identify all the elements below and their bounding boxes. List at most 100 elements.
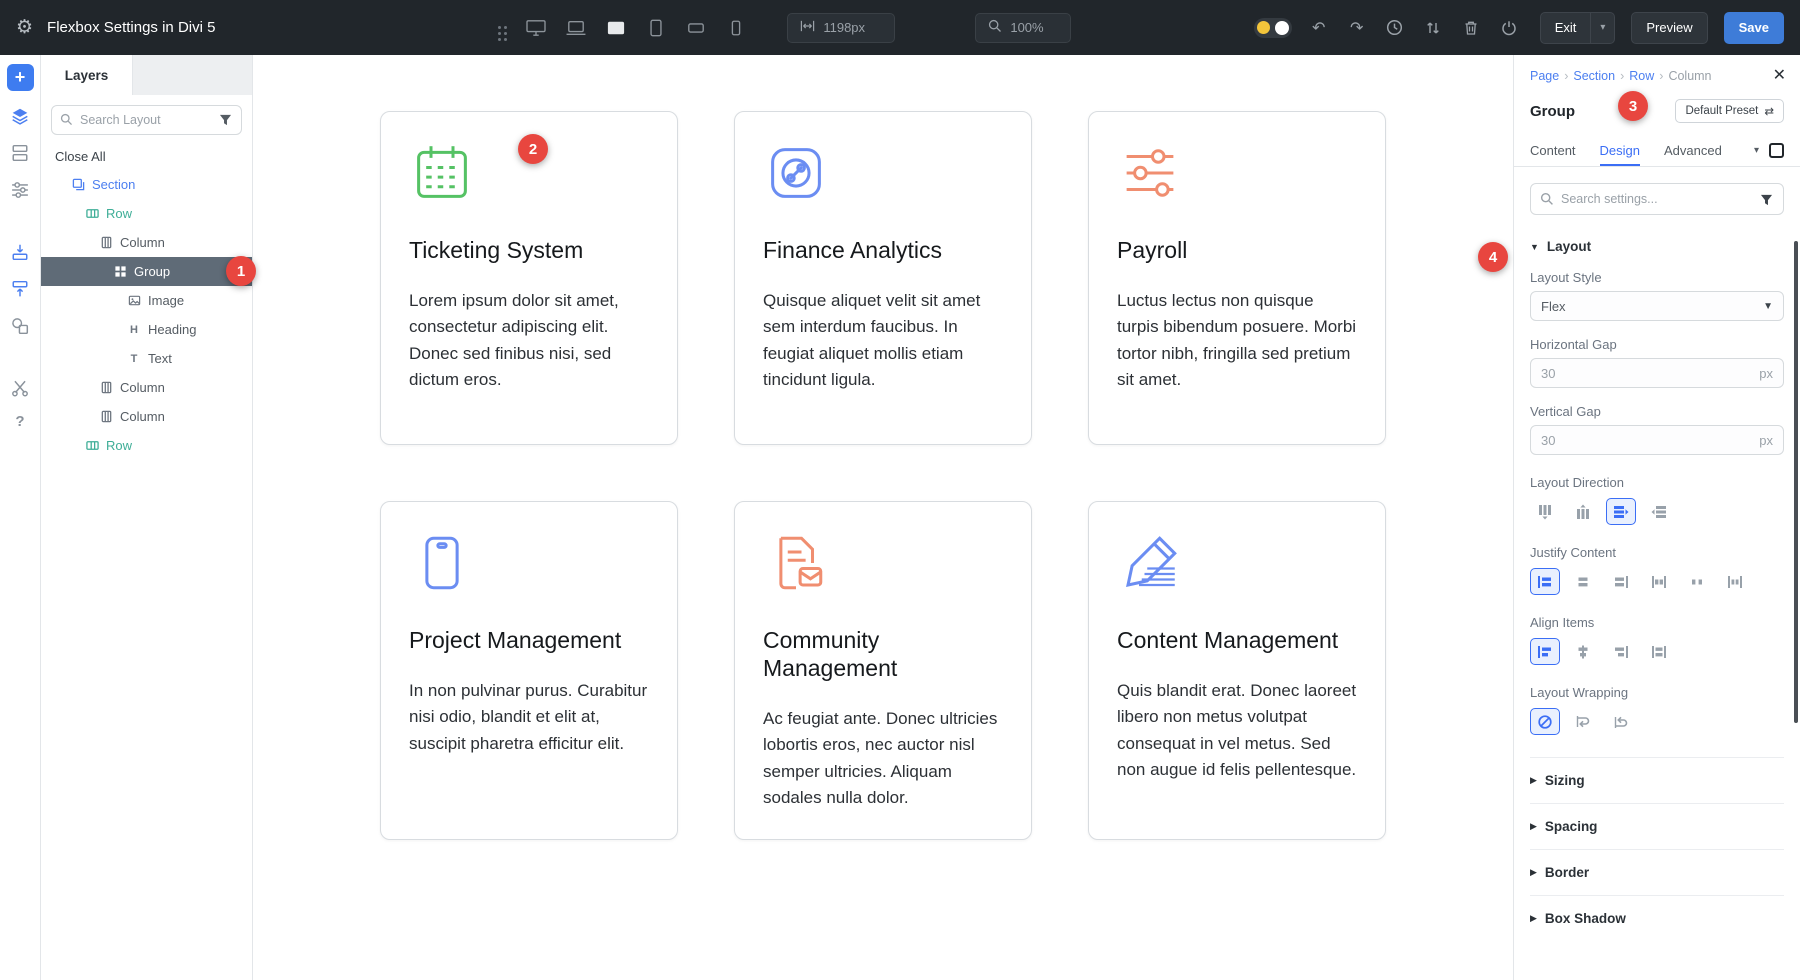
align-items-options [1530, 638, 1784, 665]
justify-between-icon[interactable] [1644, 568, 1674, 595]
device-desktop-icon[interactable] [521, 13, 551, 43]
layer-item-image[interactable]: Image [41, 286, 252, 315]
close-icon[interactable]: ✕ [1773, 68, 1786, 84]
filter-funnel-icon[interactable] [219, 113, 232, 131]
canvas-zoom-control[interactable]: 100% [975, 13, 1071, 43]
layers-search-input[interactable] [51, 105, 242, 135]
card-content-management[interactable]: Content Management Quis blandit erat. Do… [1088, 501, 1386, 840]
layers-icon[interactable] [8, 104, 32, 128]
panel-title: Group [1530, 103, 1575, 120]
sliders-icon[interactable] [8, 178, 32, 202]
breadcrumb-row[interactable]: Row [1629, 69, 1654, 83]
topbar-left: ⚙ Flexbox Settings in Divi 5 [16, 16, 316, 39]
exit-button[interactable]: Exit [1540, 12, 1592, 44]
layer-item-group[interactable]: Group 1 [41, 257, 252, 286]
portability-power-icon[interactable] [1494, 13, 1524, 43]
exit-chevron-down-icon[interactable]: ▾ [1591, 12, 1615, 44]
justify-center-icon[interactable] [1568, 568, 1598, 595]
redo-icon[interactable]: ↷ [1342, 13, 1372, 43]
section-layout-header[interactable]: ▼ Layout [1530, 239, 1784, 254]
breadcrumb-page[interactable]: Page [1530, 69, 1559, 83]
direction-column-icon[interactable] [1530, 498, 1560, 525]
tab-advanced[interactable]: Advanced [1664, 135, 1722, 166]
wrap-icon[interactable] [1568, 708, 1598, 735]
direction-row-reverse-icon[interactable] [1644, 498, 1674, 525]
undo-icon[interactable]: ↶ [1304, 13, 1334, 43]
settings-gear-icon[interactable]: ⚙ [16, 16, 33, 39]
add-module-button[interactable]: + [7, 64, 34, 91]
justify-evenly-icon[interactable] [1720, 568, 1750, 595]
direction-row-icon[interactable] [1606, 498, 1636, 525]
preset-style-box-icon[interactable] [1769, 143, 1784, 158]
device-tablet-icon[interactable] [641, 13, 671, 43]
layer-item-column[interactable]: Column [41, 402, 252, 431]
align-end-icon[interactable] [1606, 638, 1636, 665]
preview-button[interactable]: Preview [1631, 12, 1707, 44]
device-phone-icon[interactable] [721, 13, 751, 43]
canvas-width-control[interactable]: 1198px [787, 13, 895, 43]
history-icon[interactable] [1380, 13, 1410, 43]
row-icon [85, 439, 99, 453]
wrap-reverse-icon[interactable] [1606, 708, 1636, 735]
vertical-gap-input[interactable]: 30 px [1530, 425, 1784, 455]
insert-below-icon[interactable] [8, 277, 32, 301]
layer-item-row[interactable]: Row [41, 199, 252, 228]
device-tablet-landscape-icon[interactable] [601, 13, 631, 43]
no-wrap-icon[interactable] [1530, 708, 1560, 735]
breadcrumb-section[interactable]: Section [1573, 69, 1615, 83]
layout-style-select[interactable]: Flex ▼ [1530, 291, 1784, 321]
justify-end-icon[interactable] [1606, 568, 1636, 595]
device-laptop-icon[interactable] [561, 13, 591, 43]
settings-search-input[interactable] [1530, 183, 1784, 215]
theme-toggle[interactable] [1254, 18, 1292, 38]
tools-scissors-icon[interactable] [8, 376, 32, 400]
column-icon [99, 410, 113, 424]
card-project-management[interactable]: Project Management In non pulvinar purus… [380, 501, 678, 840]
help-icon[interactable]: ? [15, 413, 24, 430]
justify-around-icon[interactable] [1682, 568, 1712, 595]
card-title: Ticketing System [409, 236, 649, 264]
section-box-shadow-header[interactable]: ▶ Box Shadow [1530, 895, 1784, 941]
builder-canvas[interactable]: Ticketing System Lorem ipsum dolor sit a… [253, 55, 1513, 980]
chevron-down-icon[interactable]: ▾ [1754, 145, 1759, 156]
close-all-link[interactable]: Close All [41, 141, 252, 170]
collapsed-sections: ▶ Sizing ▶ Spacing ▶ Border ▶ Box Shadow [1530, 757, 1784, 941]
pages-icon[interactable] [8, 141, 32, 165]
card-community-management[interactable]: Community Management Ac feugiat ante. Do… [734, 501, 1032, 840]
tab-content[interactable]: Content [1530, 135, 1576, 166]
default-preset-button[interactable]: Default Preset ⇄ [1675, 99, 1784, 123]
tab-layers[interactable]: Layers [41, 55, 133, 95]
drag-handle-icon[interactable] [498, 26, 507, 29]
justify-start-icon[interactable] [1530, 568, 1560, 595]
triangle-right-icon: ▶ [1530, 821, 1537, 832]
panel-scrollbar[interactable] [1794, 241, 1798, 723]
card-title: Community Management [763, 626, 1003, 682]
card-text: Quisque aliquet velit sit amet sem inter… [763, 288, 1003, 393]
align-start-icon[interactable] [1530, 638, 1560, 665]
layer-item-section[interactable]: Section [41, 170, 252, 199]
card-title: Finance Analytics [763, 236, 1003, 264]
layer-item-column[interactable]: Column [41, 228, 252, 257]
section-sizing-header[interactable]: ▶ Sizing [1530, 757, 1784, 803]
align-stretch-icon[interactable] [1644, 638, 1674, 665]
save-button[interactable]: Save [1724, 12, 1784, 44]
card-payroll[interactable]: Payroll Luctus lectus non quisque turpis… [1088, 111, 1386, 445]
section-spacing-header[interactable]: ▶ Spacing [1530, 803, 1784, 849]
shapes-icon[interactable] [8, 314, 32, 338]
layer-item-text[interactable]: T Text [41, 344, 252, 373]
card-finance-analytics[interactable]: Finance Analytics Quisque aliquet velit … [734, 111, 1032, 445]
sort-arrows-icon[interactable] [1418, 13, 1448, 43]
direction-column-reverse-icon[interactable] [1568, 498, 1598, 525]
horizontal-gap-input[interactable]: 30 px [1530, 358, 1784, 388]
insert-above-icon[interactable] [8, 240, 32, 264]
trash-icon[interactable] [1456, 13, 1486, 43]
tab-design[interactable]: Design [1600, 135, 1640, 166]
section-border-header[interactable]: ▶ Border [1530, 849, 1784, 895]
device-phone-landscape-icon[interactable] [681, 13, 711, 43]
search-icon [1540, 192, 1554, 211]
filter-funnel-icon[interactable] [1760, 193, 1773, 211]
layer-item-row[interactable]: Row [41, 431, 252, 460]
layer-item-heading[interactable]: H Heading [41, 315, 252, 344]
align-center-icon[interactable] [1568, 638, 1598, 665]
layer-item-column[interactable]: Column [41, 373, 252, 402]
